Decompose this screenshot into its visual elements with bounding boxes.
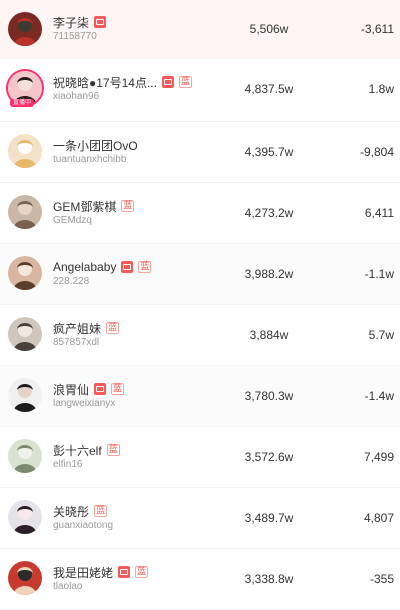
fans-count: 5,506w: [249, 22, 289, 36]
fans-count: 4,837.5w: [244, 82, 294, 96]
account-info: Angelababy 蓝 228.228: [53, 259, 152, 287]
account-handle: 857857xdl: [53, 337, 100, 348]
name-line: 彭十六elf 蓝: [53, 442, 120, 458]
table-row[interactable]: 我是田姥姥 蓝 tlaolao 3,338.8w -355: [0, 549, 400, 610]
table-row[interactable]: 浪胃仙 蓝 langweixianyx 3,780.3w -1.4w: [0, 366, 400, 427]
fans-change: 5.7w: [368, 328, 394, 342]
blue-v-badge: 蓝: [94, 505, 108, 517]
avatar-actress[interactable]: [8, 256, 42, 290]
avatar-outdoor[interactable]: [8, 439, 42, 473]
account-handle: GEMdzq: [53, 215, 92, 226]
name-line: 我是田姥姥 蓝: [53, 564, 149, 581]
avatar-singer[interactable]: [8, 195, 42, 229]
fans-change: 1.8w: [368, 82, 394, 96]
account-name[interactable]: Angelababy: [53, 260, 116, 274]
name-line: 一条小团团OvO: [53, 137, 138, 153]
account-info: GEM鄧紫棋蓝 GEMdzq: [53, 198, 135, 226]
fans-change: -1.1w: [364, 267, 394, 281]
table-row[interactable]: 直播中 祝晓晗●17号14点... 蓝 xiaohan96 4,837.5w 1.8w: [0, 59, 400, 122]
account-handle: elfin16: [53, 459, 83, 470]
avatar-red-figure[interactable]: [8, 12, 42, 46]
table-row[interactable]: Angelababy 蓝 228.228 3,988.2w -1.1w: [0, 244, 400, 305]
fans-count: 3,572.6w: [244, 450, 294, 464]
account-info: 关晓彤蓝 guanxiaotong: [53, 503, 114, 532]
verified-icon: [121, 261, 134, 273]
avatar-cartoon[interactable]: [8, 134, 42, 168]
fans-change: 4,807: [363, 511, 394, 525]
avatar-grandma[interactable]: [8, 561, 42, 595]
account-name[interactable]: GEM鄧紫棋: [53, 198, 116, 215]
live-badge: 直播中: [10, 99, 35, 107]
blue-v-badge: 蓝: [135, 566, 149, 578]
fans-change: 6,411: [364, 206, 394, 220]
account-handle: tuantuanxhchibb: [53, 154, 127, 165]
fans-count: 3,338.8w: [244, 572, 294, 586]
account-handle: 228.228: [53, 276, 90, 287]
account-name[interactable]: 一条小团团OvO: [53, 137, 138, 154]
fans-count: 4,273.2w: [244, 206, 294, 220]
table-row[interactable]: 疯产姐妹蓝 857857xdl 3,884w 5.7w: [0, 305, 400, 366]
fans-change: -3,611: [360, 22, 394, 36]
fans-change: 7,499: [363, 450, 394, 464]
blue-v-badge: 蓝: [106, 322, 120, 334]
name-line: Angelababy 蓝: [53, 259, 152, 275]
verified-icon: [161, 76, 174, 88]
account-info: 浪胃仙 蓝 langweixianyx: [53, 381, 125, 409]
account-handle: 71158770: [53, 31, 97, 42]
account-info: 我是田姥姥 蓝 tlaolao: [53, 564, 149, 592]
blue-v-badge: 蓝: [178, 76, 192, 88]
account-name[interactable]: 李子柒: [53, 14, 89, 31]
table-row[interactable]: 关晓彤蓝 guanxiaotong 3,489.7w 4,807: [0, 488, 400, 549]
blue-v-badge: 蓝: [106, 444, 120, 456]
fans-change: -1.4w: [364, 389, 394, 403]
fans-count: 3,780.3w: [244, 389, 294, 403]
account-name[interactable]: 我是田姥姥: [53, 564, 113, 581]
account-handle: xiaohan96: [53, 91, 100, 102]
table-row[interactable]: 彭十六elf 蓝 elfin16 3,572.6w 7,499: [0, 427, 400, 488]
verified-icon: [118, 566, 131, 578]
account-handle: tlaolao: [53, 581, 83, 592]
name-line: 浪胃仙 蓝: [53, 381, 125, 398]
table-row[interactable]: GEM鄧紫棋蓝 GEMdzq 4,273.2w 6,411: [0, 183, 400, 244]
account-name[interactable]: 浪胃仙: [53, 381, 89, 398]
account-handle: langweixianyx: [53, 398, 116, 409]
account-name[interactable]: 彭十六elf: [53, 442, 102, 459]
blue-v-badge: 蓝: [121, 200, 135, 212]
table-row[interactable]: 李子柒 71158770 5,506w -3,611: [0, 0, 400, 59]
account-info: 彭十六elf 蓝 elfin16: [53, 442, 120, 470]
account-name[interactable]: 关晓彤: [53, 503, 89, 520]
avatar-sisters[interactable]: [8, 317, 42, 351]
account-info: 一条小团团OvO tuantuanxhchibb: [53, 137, 138, 166]
verified-icon: [94, 16, 107, 28]
fans-count: 4,395.7w: [244, 145, 294, 159]
name-line: 李子柒: [53, 14, 107, 31]
account-name[interactable]: 疯产姐妹: [53, 320, 101, 337]
fans-count: 3,988.2w: [244, 267, 294, 281]
fans-count: 3,489.7w: [244, 511, 294, 525]
account-info: 疯产姐妹蓝 857857xdl: [53, 320, 120, 348]
name-line: 疯产姐妹蓝: [53, 320, 120, 337]
avatar-girl-black[interactable]: [8, 378, 42, 412]
account-handle: guanxiaotong: [53, 520, 114, 531]
name-line: GEM鄧紫棋蓝: [53, 198, 135, 215]
ranking-list: 李子柒 71158770 5,506w -3,611 直播中 祝晓晗●17号14点...…: [0, 0, 400, 610]
account-info: 祝晓晗●17号14点... 蓝 xiaohan96: [53, 74, 192, 102]
table-row[interactable]: 一条小团团OvO tuantuanxhchibb 4,395.7w -9,804: [0, 122, 400, 183]
fans-count: 3,884w: [249, 328, 289, 342]
name-line: 关晓彤蓝: [53, 503, 113, 519]
account-name[interactable]: 祝晓晗●17号14点...: [53, 74, 157, 91]
name-line: 祝晓晗●17号14点... 蓝: [53, 74, 192, 90]
fans-change: -9,804: [359, 145, 394, 159]
avatar-portrait[interactable]: [8, 500, 42, 534]
blue-v-badge: 蓝: [138, 261, 152, 273]
verified-icon: [94, 383, 107, 395]
account-info: 李子柒 71158770: [53, 14, 107, 42]
fans-change: -355: [369, 572, 394, 586]
blue-v-badge: 蓝: [111, 383, 125, 395]
